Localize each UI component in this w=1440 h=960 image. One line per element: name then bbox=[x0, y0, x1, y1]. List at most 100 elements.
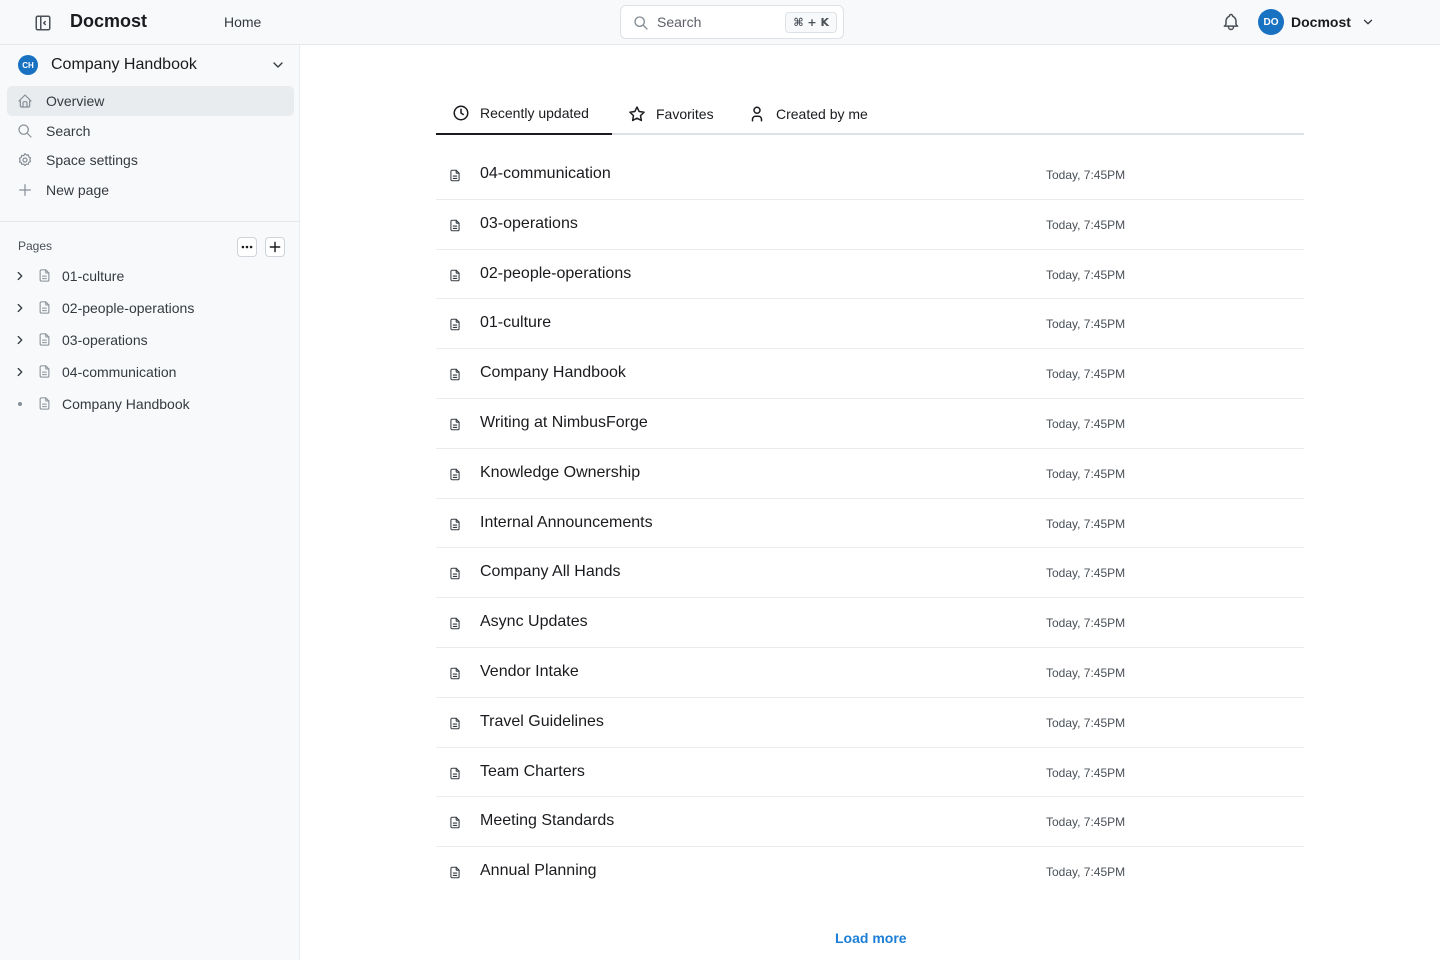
sidebar-item-new-page[interactable]: New page bbox=[7, 175, 294, 205]
sidebar-item-overview[interactable]: Overview bbox=[7, 86, 294, 116]
tab-label: Recently updated bbox=[480, 105, 589, 121]
table-row[interactable]: Annual Planning Today, 7:45PM bbox=[436, 847, 1304, 897]
page-title: Company Handbook bbox=[480, 364, 626, 382]
table-row[interactable]: 04-communication Today, 7:45PM bbox=[436, 150, 1304, 200]
document-icon bbox=[39, 397, 50, 410]
table-row[interactable]: Company All Hands Today, 7:45PM bbox=[436, 548, 1304, 599]
updated-timestamp: Today, 7:45PM bbox=[1046, 815, 1126, 830]
page-tree-item[interactable]: 03-operations bbox=[10, 327, 295, 353]
table-row[interactable]: 01-culture Today, 7:45PM bbox=[436, 299, 1304, 350]
star-icon bbox=[629, 106, 645, 122]
page-tree-item[interactable]: Company Handbook bbox=[10, 391, 295, 417]
document-icon bbox=[450, 717, 460, 730]
tab-label: Favorites bbox=[656, 106, 714, 122]
table-row[interactable]: Travel Guidelines Today, 7:45PM bbox=[436, 698, 1304, 748]
gear-icon bbox=[18, 153, 32, 167]
search-icon bbox=[18, 124, 32, 138]
sidebar-item-label: Space settings bbox=[46, 152, 138, 168]
document-icon bbox=[450, 617, 460, 630]
sidebar-item-label: New page bbox=[46, 182, 110, 198]
updated-timestamp: Today, 7:45PM bbox=[1046, 317, 1126, 332]
page-tree-label: 03-operations bbox=[62, 332, 148, 348]
chevron-right-icon[interactable] bbox=[13, 301, 27, 315]
document-icon bbox=[450, 518, 460, 530]
space-switcher[interactable]: CH Company Handbook bbox=[18, 54, 290, 76]
table-row[interactable]: Team Charters Today, 7:45PM bbox=[436, 748, 1304, 798]
page-tree-label: 04-communication bbox=[62, 364, 177, 380]
pages-section-title: Pages bbox=[18, 239, 53, 253]
search-shortcut-badge: ⌘ + K bbox=[785, 12, 837, 33]
chevron-down-icon bbox=[1363, 19, 1373, 25]
table-row[interactable]: Async Updates Today, 7:45PM bbox=[436, 598, 1304, 648]
page-tree-item[interactable]: 01-culture bbox=[10, 263, 295, 289]
updated-timestamp: Today, 7:45PM bbox=[1046, 267, 1126, 282]
table-row[interactable]: Company Handbook Today, 7:45PM bbox=[436, 349, 1304, 399]
main-content: Recently updated Favorites Created by me… bbox=[301, 45, 1440, 960]
page-title: 01-culture bbox=[480, 314, 552, 332]
search-button[interactable]: Search ⌘ + K bbox=[620, 5, 844, 39]
updated-timestamp: Today, 7:45PM bbox=[1046, 516, 1126, 531]
chevron-down-icon bbox=[273, 62, 283, 68]
document-icon bbox=[39, 269, 50, 282]
pages-more-button[interactable] bbox=[237, 237, 257, 257]
chevron-right-icon[interactable] bbox=[13, 333, 27, 347]
table-row[interactable]: Internal Announcements Today, 7:45PM bbox=[436, 499, 1304, 549]
page-title: Meeting Standards bbox=[480, 812, 615, 830]
table-row[interactable]: 03-operations Today, 7:45PM bbox=[436, 200, 1304, 250]
document-icon bbox=[450, 169, 460, 182]
page-tree-label: Company Handbook bbox=[62, 396, 190, 412]
load-more-button[interactable]: Load more bbox=[835, 930, 907, 946]
page-tree-label: 01-culture bbox=[62, 268, 125, 284]
table-row[interactable]: Knowledge Ownership Today, 7:45PM bbox=[436, 449, 1304, 499]
updated-timestamp: Today, 7:45PM bbox=[1046, 616, 1126, 631]
recent-pages-list: 04-communication Today, 7:45PM 03-operatio… bbox=[436, 150, 1304, 897]
plus-icon bbox=[19, 184, 31, 196]
table-row[interactable]: Vendor Intake Today, 7:45PM bbox=[436, 648, 1304, 698]
tab-label: Created by me bbox=[776, 106, 868, 122]
search-icon bbox=[634, 16, 648, 30]
user-icon bbox=[751, 106, 763, 122]
home-link[interactable]: Home bbox=[224, 14, 261, 30]
user-menu[interactable]: DO Docmost bbox=[1258, 9, 1375, 35]
bell-icon[interactable] bbox=[1221, 12, 1241, 32]
updated-timestamp: Today, 7:45PM bbox=[1046, 765, 1126, 780]
chevron-right-icon[interactable] bbox=[13, 269, 27, 283]
updated-timestamp: Today, 7:45PM bbox=[1046, 715, 1126, 730]
sidebar-item-label: Search bbox=[46, 123, 91, 139]
page-title: 03-operations bbox=[480, 214, 578, 232]
leaf-dot-icon bbox=[18, 402, 22, 406]
table-row[interactable]: 02-people-operations Today, 7:45PM bbox=[436, 250, 1304, 300]
tab-recently-updated[interactable]: Recently updated bbox=[436, 93, 612, 135]
sidebar-toggle-icon[interactable] bbox=[33, 13, 53, 33]
tab-bar: Recently updated Favorites Created by me bbox=[436, 93, 1304, 135]
document-icon bbox=[450, 767, 460, 779]
sidebar-item-space-settings[interactable]: Space settings bbox=[7, 145, 294, 175]
document-icon bbox=[39, 333, 50, 346]
document-icon bbox=[450, 319, 460, 331]
home-icon bbox=[18, 94, 32, 108]
page-tree-label: 02-people-operations bbox=[62, 300, 195, 316]
tab-created-by-me[interactable]: Created by me bbox=[748, 93, 868, 135]
tab-favorites[interactable]: Favorites bbox=[628, 93, 714, 135]
updated-timestamp: Today, 7:45PM bbox=[1046, 367, 1126, 382]
page-tree-item[interactable]: 02-people-operations bbox=[10, 295, 295, 321]
page-tree-item[interactable]: 04-communication bbox=[10, 359, 295, 385]
page-title: Vendor Intake bbox=[480, 662, 579, 680]
page-title: Internal Announcements bbox=[480, 513, 653, 531]
chevron-right-icon[interactable] bbox=[13, 365, 27, 379]
table-row[interactable]: Meeting Standards Today, 7:45PM bbox=[436, 797, 1304, 848]
search-placeholder: Search bbox=[657, 14, 702, 30]
updated-timestamp: Today, 7:45PM bbox=[1046, 168, 1126, 182]
plus-icon bbox=[269, 241, 281, 253]
sidebar-item-label: Overview bbox=[46, 93, 105, 109]
updated-timestamp: Today, 7:45PM bbox=[1046, 466, 1126, 481]
sidebar-item-search[interactable]: Search bbox=[7, 116, 294, 146]
document-icon bbox=[450, 269, 460, 281]
user-name: Docmost bbox=[1291, 14, 1351, 30]
page-title: Travel Guidelines bbox=[480, 712, 604, 730]
more-dots-icon bbox=[241, 245, 253, 249]
add-page-button[interactable] bbox=[265, 237, 285, 257]
page-title: Team Charters bbox=[480, 762, 585, 780]
app-logo-text[interactable]: Docmost bbox=[70, 11, 147, 32]
table-row[interactable]: Writing at NimbusForge Today, 7:45PM bbox=[436, 399, 1304, 449]
